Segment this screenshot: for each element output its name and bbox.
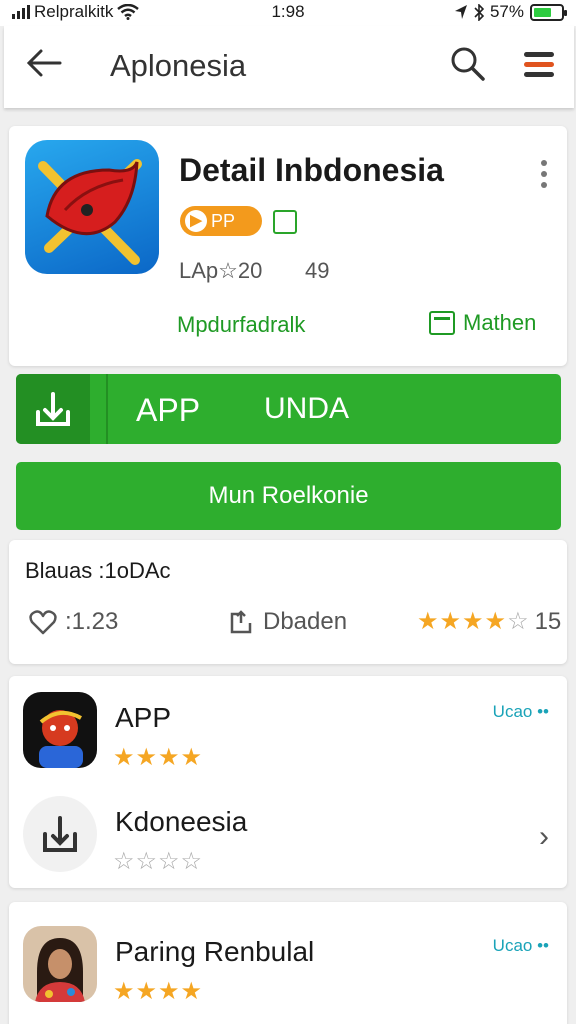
star-icon: ★ (484, 608, 507, 635)
star-icon: ★ (180, 978, 203, 1005)
page-title: Aplonesia (110, 48, 247, 83)
more-options-icon[interactable] (541, 160, 547, 193)
person-photo-icon (35, 938, 85, 1002)
star-icon: ★ (135, 978, 158, 1005)
install-label: APP (136, 392, 201, 428)
more-button[interactable]: Mathen (429, 310, 536, 336)
star-icon: ☆ (135, 848, 158, 875)
app-avatar (23, 796, 97, 872)
star-icon: ☆ (158, 848, 180, 875)
share-icon (230, 610, 252, 634)
list-item-stars: ★ ★ ★ ★ (113, 980, 202, 1004)
star-icon: ★ (135, 744, 158, 771)
app-name: Detail Inbdonesia (179, 152, 444, 188)
install-icon-wrap (16, 374, 90, 444)
heart-icon (29, 610, 57, 635)
review-count: 49 (305, 258, 330, 283)
back-arrow-icon[interactable] (26, 48, 62, 78)
list-item-tag: Ucao •• (492, 936, 549, 955)
status-bar: Relpralkitk 1:98 57% (0, 0, 576, 26)
list-item-name: APP (115, 702, 172, 733)
rating-summary: ★ ★ ★ ★ ☆ 15 (417, 608, 561, 636)
list-item[interactable]: APP ★ ★ ★ ★ Ucao •• (9, 680, 567, 780)
like-button[interactable]: :1.23 (29, 608, 118, 636)
stats-card: Blauas :1oDAc :1.23 Dbaden ★ ★ ★ ★ ☆ 15 (9, 540, 567, 664)
like-count: :1.23 (65, 608, 119, 635)
install-button[interactable]: APP UNDA (16, 374, 561, 444)
user-avatar (23, 926, 97, 1002)
play-icon: ▶ (185, 210, 207, 232)
install-divider (106, 374, 108, 444)
bluetooth-icon (474, 3, 484, 21)
rating-stars: ★ ★ ★ ★ ☆ (417, 610, 529, 634)
stats-label: Blauas :1oDAc (25, 558, 171, 583)
rating-meta: LAp☆20 (179, 258, 263, 283)
battery-label: 57% (489, 2, 524, 21)
list-item-name: Paring Renbulal (115, 936, 315, 967)
open-button[interactable]: Mun Roelkonie (16, 462, 561, 530)
app-bar: Aplonesia (4, 26, 574, 108)
star-icon: ★ (439, 608, 462, 635)
star-icon: ☆ (507, 608, 529, 635)
list-item-tag: Ucao •• (492, 702, 549, 721)
battery-icon (530, 3, 567, 21)
star-icon: ★ (158, 978, 180, 1005)
search-icon[interactable] (450, 46, 486, 82)
app-logo-icon (38, 159, 142, 265)
star-icon: ★ (113, 744, 135, 771)
star-icon: ★ (462, 608, 484, 635)
star-icon: ☆ (113, 848, 135, 875)
related-apps-card: APP ★ ★ ★ ★ Ucao •• Kdoneesia ☆ ☆ ☆ ☆ › (9, 676, 567, 888)
app-avatar (23, 692, 97, 768)
status-right: 57% (454, 2, 567, 22)
star-icon: ★ (180, 744, 203, 771)
list-item-stars: ★ ★ ★ ★ (113, 746, 202, 770)
more-apps-card: Paring Renbulal ★ ★ ★ ★ Ucao •• (9, 902, 567, 1024)
developer-link[interactable]: Mpdurfadralk (177, 312, 305, 338)
download-icon (36, 392, 70, 426)
window-icon (429, 311, 455, 335)
list-item[interactable]: Paring Renbulal ★ ★ ★ ★ Ucao •• (9, 914, 567, 1014)
list-item[interactable]: Kdoneesia ☆ ☆ ☆ ☆ › (9, 784, 567, 884)
list-item-stars: ☆ ☆ ☆ ☆ (113, 850, 202, 874)
list-item-name: Kdoneesia (115, 806, 248, 837)
more-label: Mathen (463, 310, 537, 335)
install-sublabel: UNDA (264, 392, 350, 425)
app-icon (25, 140, 159, 274)
menu-icon[interactable] (524, 52, 554, 78)
robot-icon (39, 710, 83, 768)
share-label: Dbaden (263, 608, 348, 635)
share-button[interactable]: Dbaden (229, 608, 347, 636)
chevron-right-icon[interactable]: › (539, 820, 549, 854)
rating-count: 15 (534, 608, 562, 635)
app-detail-card: Detail Inbdonesia ▶ PP LAp☆20 49 Mpdurfa… (9, 126, 567, 366)
location-icon (454, 5, 467, 19)
star-icon: ★ (113, 978, 135, 1005)
download-icon (43, 816, 77, 852)
category-badge: ▶ PP (180, 206, 262, 236)
star-icon: ☆ (180, 848, 203, 875)
checkbox-icon (273, 210, 297, 234)
star-icon: ★ (158, 744, 180, 771)
star-icon: ★ (417, 608, 439, 635)
badge-label: PP (211, 210, 236, 231)
